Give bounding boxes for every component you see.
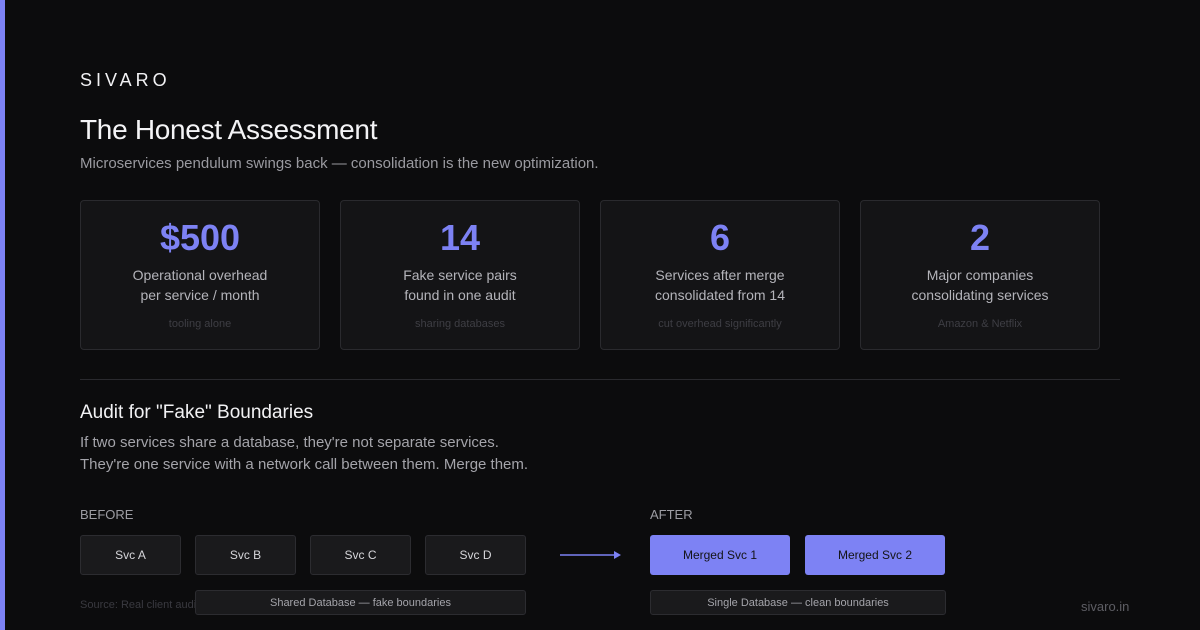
stat-note: sharing databases: [415, 318, 505, 330]
stat-label-line: Major companies: [926, 267, 1034, 283]
stat-note: Amazon & Netflix: [937, 318, 1023, 330]
stat-card: 2 Major companies consolidating services…: [860, 200, 1100, 350]
stat-label-line: Services after merge: [655, 267, 785, 283]
after-label: AFTER: [650, 507, 693, 522]
before-label: BEFORE: [80, 507, 134, 522]
single-database-box: Single Database — clean boundaries: [650, 590, 946, 615]
stat-label-line: consolidating services: [911, 287, 1049, 303]
section-title: Audit for "Fake" Boundaries: [80, 402, 314, 423]
stat-row: $500 Operational overhead per service / …: [80, 200, 1100, 350]
page-title: The Honest Assessment: [80, 114, 378, 145]
stat-label-line: Operational overhead: [132, 267, 268, 283]
stat-value: 2: [969, 217, 991, 258]
accent-bar: [0, 0, 5, 630]
section-body-line: They're one service with a network call …: [80, 456, 529, 473]
stat-label: Fake service pairs found in one audit: [341, 265, 579, 305]
section-body: If two services share a database, they'r…: [80, 432, 528, 476]
shared-database-box: Shared Database — fake boundaries: [195, 590, 526, 615]
service-box-c: Svc C: [310, 535, 411, 575]
stat-value: $500: [159, 217, 241, 258]
stat-note: tooling alone: [168, 318, 232, 330]
stat-card: $500 Operational overhead per service / …: [80, 200, 320, 350]
merged-service-box-1: Merged Svc 1: [650, 535, 790, 575]
stat-label: Operational overhead per service / month: [81, 265, 319, 305]
section-body-line: If two services share a database, they'r…: [80, 434, 499, 451]
stat-label-line: Fake service pairs: [403, 267, 517, 283]
service-box-a: Svc A: [80, 535, 181, 575]
stat-label: Major companies consolidating services: [861, 265, 1099, 305]
stat-note: cut overhead significantly: [658, 318, 782, 330]
stat-card: 14 Fake service pairs found in one audit…: [340, 200, 580, 350]
service-box-b: Svc B: [195, 535, 296, 575]
brand-logo: SIVARO: [80, 70, 171, 90]
section-divider: [80, 379, 1120, 380]
arrow-right-icon: [560, 551, 621, 559]
stat-label-line: per service / month: [140, 287, 260, 303]
page: SIVARO The Honest Assessment Microservic…: [0, 0, 1200, 630]
stat-label-line: consolidated from 14: [655, 287, 785, 303]
stat-value: 6: [709, 217, 731, 258]
stat-card: 6 Services after merge consolidated from…: [600, 200, 840, 350]
stat-label-line: found in one audit: [404, 287, 516, 303]
stat-label: Services after merge consolidated from 1…: [601, 265, 839, 305]
page-subtitle: Microservices pendulum swings back — con…: [80, 155, 599, 172]
stat-value: 14: [439, 217, 481, 258]
service-box-d: Svc D: [425, 535, 526, 575]
site-link[interactable]: sivaro.in: [1081, 599, 1129, 614]
merged-service-box-2: Merged Svc 2: [805, 535, 945, 575]
